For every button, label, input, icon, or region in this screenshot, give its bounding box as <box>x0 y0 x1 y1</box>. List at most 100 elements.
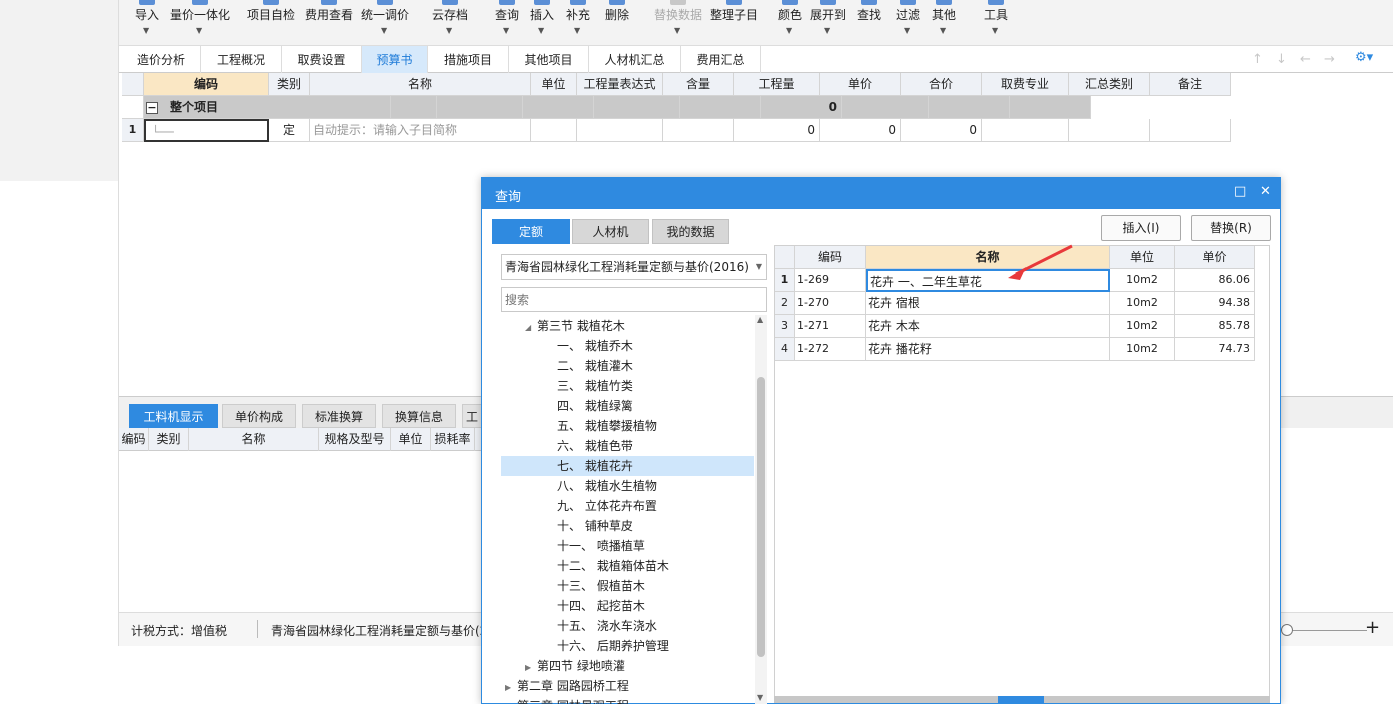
toolbar-button-10[interactable]: 替换数据 ▼ <box>652 0 704 46</box>
grid-cell[interactable] <box>982 119 1069 142</box>
tree-node[interactable]: 九、 立体花卉布置 <box>501 496 754 516</box>
result-cell[interactable]: 10m2 <box>1110 338 1175 361</box>
grid-cell[interactable]: 0 <box>820 119 901 142</box>
grid-cell[interactable]: 0 <box>901 119 982 142</box>
zoom-in-icon[interactable]: + <box>1365 617 1380 638</box>
grid-cell[interactable]: 1 <box>122 119 144 142</box>
tree-node[interactable]: 十三、 假植苗木 <box>501 576 754 596</box>
tree-node[interactable]: 十二、 栽植箱体苗木 <box>501 556 754 576</box>
grid-cell[interactable] <box>1069 119 1150 142</box>
grid-header-cell[interactable] <box>122 73 144 96</box>
toolbar-button-16[interactable]: 其他 ▼ <box>929 0 959 46</box>
result-cell[interactable]: 2 <box>775 292 795 315</box>
zoom-track[interactable] <box>1281 630 1367 631</box>
tree-node[interactable]: ▶ 第二章 园路园桥工程 <box>501 676 754 696</box>
result-row[interactable]: 3 1-271 花卉 木本 10m2 85.78 <box>775 315 1255 338</box>
grid-cell[interactable] <box>577 119 663 142</box>
grid-header-cell[interactable]: 编码 <box>144 73 269 96</box>
grid-cell[interactable]: 0 <box>734 119 820 142</box>
grid-header-cell[interactable]: 合价 <box>901 73 982 96</box>
grid-cell[interactable]: 自动提示：请输入子目简称 <box>310 119 531 142</box>
expand-closed-icon[interactable]: ▶ <box>505 678 517 698</box>
toolbar-button-2[interactable]: 项目自检 <box>245 0 297 46</box>
result-cell[interactable]: 74.73 <box>1175 338 1255 361</box>
material-header-cell[interactable]: 损耗率 <box>431 428 475 451</box>
tree-node[interactable]: 八、 栽植水生植物 <box>501 476 754 496</box>
tab-2[interactable]: 取费设置 <box>282 46 362 73</box>
tree-node[interactable]: 十五、 浇水车浇水 <box>501 616 754 636</box>
result-cell[interactable]: 85.78 <box>1175 315 1255 338</box>
result-cell[interactable]: 94.38 <box>1175 292 1255 315</box>
material-header-cell[interactable]: 单位 <box>391 428 431 451</box>
result-hscrollbar[interactable] <box>774 696 1270 703</box>
tab-7[interactable]: 费用汇总 <box>681 46 761 73</box>
grid-header-cell[interactable]: 工程量表达式 <box>577 73 663 96</box>
nav-arrow-icon[interactable]: ↑ <box>1252 52 1263 67</box>
result-cell[interactable]: 花卉 宿根 <box>866 292 1110 315</box>
tab-0[interactable]: 造价分析 <box>122 46 201 73</box>
result-cell[interactable]: 1-269 <box>795 269 866 292</box>
toolbar-button-1[interactable]: 量价一体化 ▼ <box>165 0 235 46</box>
nav-arrow-icon[interactable]: → <box>1324 52 1335 67</box>
grid-cell[interactable] <box>663 119 734 142</box>
result-cell[interactable]: 10m2 <box>1110 292 1175 315</box>
result-hscroll-thumb[interactable] <box>998 696 1044 703</box>
dialog-titlebar[interactable]: 查询 □ ✕ <box>482 178 1280 209</box>
grid-header-cell[interactable]: 含量 <box>663 73 734 96</box>
settings-icon[interactable]: ⚙▾ <box>1355 50 1381 68</box>
grid-row[interactable]: 1 └── 定自动提示：请输入子目简称 0 0 0 <box>122 119 1231 142</box>
tree-node[interactable]: ◢ 第三节 栽植花木 <box>501 316 754 336</box>
toolbar-button-8[interactable]: 补充 ▼ <box>563 0 593 46</box>
replace-button[interactable]: 替换(R) <box>1191 215 1271 241</box>
material-header-cell[interactable]: 名称 <box>189 428 319 451</box>
library-select[interactable]: 青海省园林绿化工程消耗量定额与基价(2016) ▼ <box>501 254 767 280</box>
result-row[interactable]: 2 1-270 花卉 宿根 10m2 94.38 <box>775 292 1255 315</box>
toolbar-button-6[interactable]: 查询 ▼ <box>492 0 522 46</box>
grid-cell[interactable]: 定 <box>269 119 310 142</box>
result-header-cell[interactable]: 单价 <box>1175 246 1255 269</box>
toolbar-button-17[interactable]: 工具 ▼ <box>981 0 1011 46</box>
toolbar-button-11[interactable]: 整理子目 <box>708 0 760 46</box>
result-header-cell[interactable] <box>775 246 795 269</box>
toolbar-button-0[interactable]: 导入 ▼ <box>124 0 170 46</box>
result-cell[interactable]: 3 <box>775 315 795 338</box>
tree-node[interactable]: 十六、 后期养护管理 <box>501 636 754 656</box>
scroll-down-icon[interactable]: ▼ <box>757 693 763 702</box>
bottom-tab-3[interactable]: 换算信息 <box>382 404 456 428</box>
grid-header-cell[interactable]: 名称 <box>310 73 531 96</box>
grid-header-cell[interactable]: 工程量 <box>734 73 820 96</box>
tree-node[interactable]: 三、 栽植竹类 <box>501 376 754 396</box>
material-header-cell[interactable]: 类别 <box>149 428 189 451</box>
tab-4[interactable]: 措施项目 <box>428 46 509 73</box>
collapse-toggle-icon[interactable]: − <box>146 102 158 114</box>
result-cell[interactable]: 1 <box>775 269 795 292</box>
tree-node[interactable]: 七、 栽植花卉 <box>501 456 754 476</box>
tab-3[interactable]: 预算书 <box>362 46 428 73</box>
nav-arrow-icon[interactable]: ← <box>1300 52 1311 67</box>
tree-scrollbar-thumb[interactable] <box>757 377 765 657</box>
grid-header-cell[interactable]: 类别 <box>269 73 310 96</box>
bottom-tab-1[interactable]: 单价构成 <box>222 404 296 428</box>
result-cell[interactable]: 10m2 <box>1110 315 1175 338</box>
toolbar-button-3[interactable]: 费用查看 <box>303 0 355 46</box>
grid-header-cell[interactable]: 备注 <box>1150 73 1231 96</box>
tree-node[interactable]: 六、 栽植色带 <box>501 436 754 456</box>
nav-arrow-icon[interactable]: ↓ <box>1276 52 1287 67</box>
tab-1[interactable]: 工程概况 <box>201 46 282 73</box>
result-cell[interactable]: 1-272 <box>795 338 866 361</box>
expand-closed-icon[interactable]: ▶ <box>505 698 517 704</box>
bottom-tab-0[interactable]: 工料机显示 <box>129 404 218 428</box>
result-cell[interactable]: 花卉 木本 <box>866 315 1110 338</box>
tree-node[interactable]: 十四、 起挖苗木 <box>501 596 754 616</box>
toolbar-button-12[interactable]: 颜色 ▼ <box>775 0 805 46</box>
result-cell[interactable]: 10m2 <box>1110 269 1175 292</box>
grid-header-cell[interactable]: 单价 <box>820 73 901 96</box>
tree-node[interactable]: 五、 栽植攀援植物 <box>501 416 754 436</box>
material-header-cell[interactable]: 规格及型号 <box>319 428 391 451</box>
grid-header-cell[interactable]: 单位 <box>531 73 577 96</box>
toolbar-button-15[interactable]: 过滤 ▼ <box>893 0 923 46</box>
dialog-tab-0[interactable]: 定额 <box>492 219 570 244</box>
toolbar-button-13[interactable]: 展开到 ▼ <box>807 0 849 46</box>
tree-scrollbar[interactable]: ▲ ▼ <box>755 315 767 704</box>
toolbar-button-4[interactable]: 统一调价 ▼ <box>359 0 411 46</box>
